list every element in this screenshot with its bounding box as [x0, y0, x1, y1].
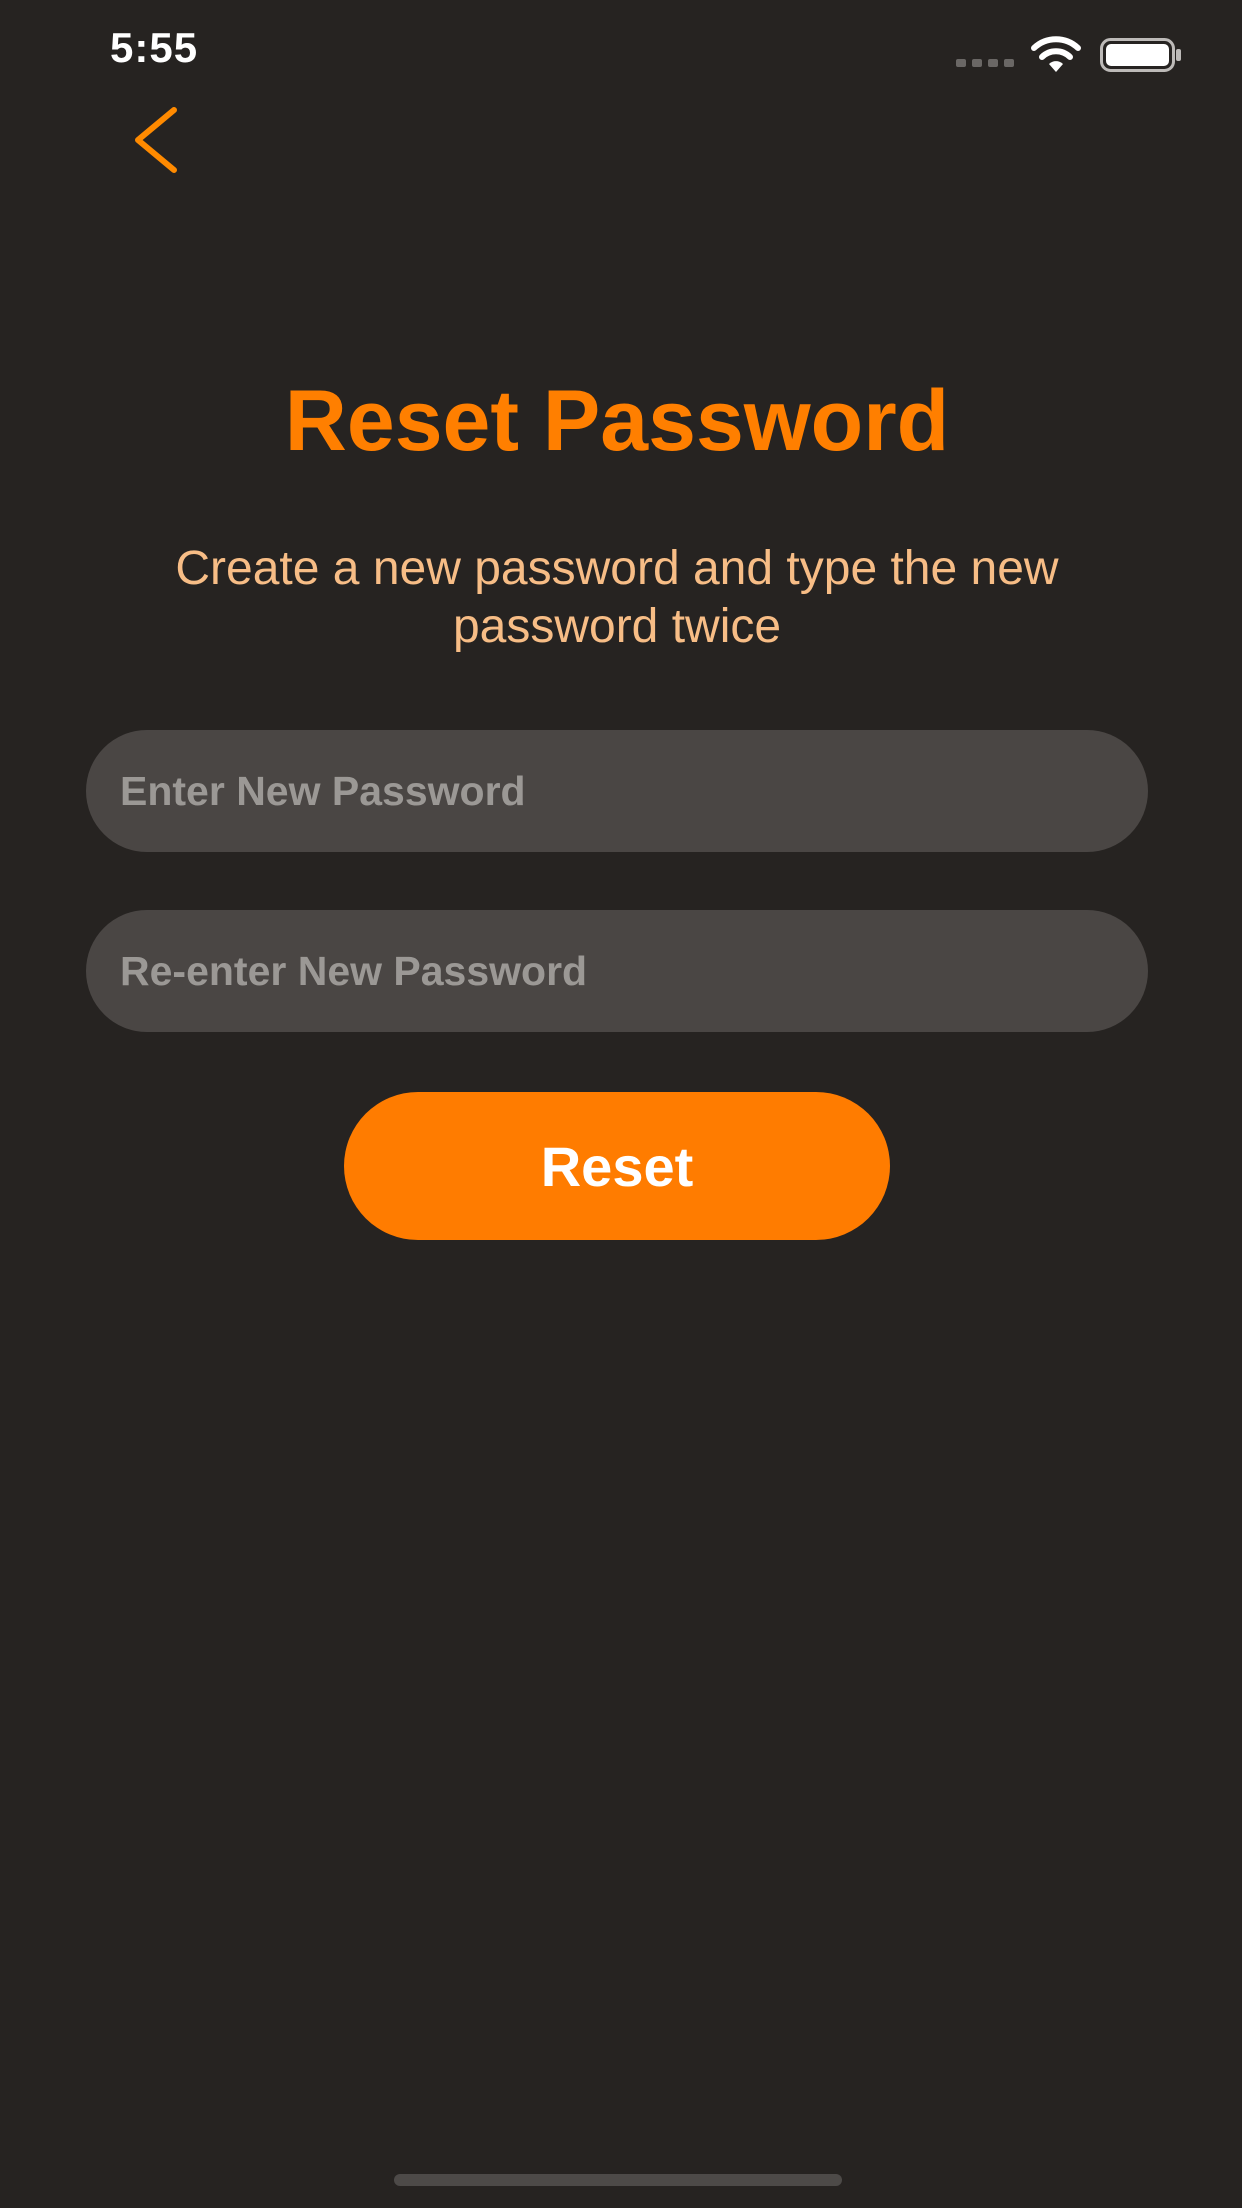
- status-time: 5:55: [110, 24, 199, 71]
- signal-icon: [956, 59, 1014, 67]
- wifi-icon: [1031, 36, 1081, 72]
- battery-icon: [1100, 38, 1181, 72]
- chevron-left-icon: [135, 107, 177, 173]
- page-title: Reset Password: [284, 373, 950, 469]
- back-button[interactable]: [120, 100, 200, 180]
- reset-password-screen: 5:55 Reset Password Create a new passwor…: [0, 0, 1242, 2208]
- reset-button[interactable]: Reset: [344, 1092, 890, 1240]
- confirm-password-input[interactable]: [86, 910, 1148, 1032]
- page-subtitle: Create a new password and type the new p…: [175, 542, 1059, 653]
- new-password-input[interactable]: [86, 730, 1148, 852]
- home-indicator[interactable]: [394, 2174, 842, 2186]
